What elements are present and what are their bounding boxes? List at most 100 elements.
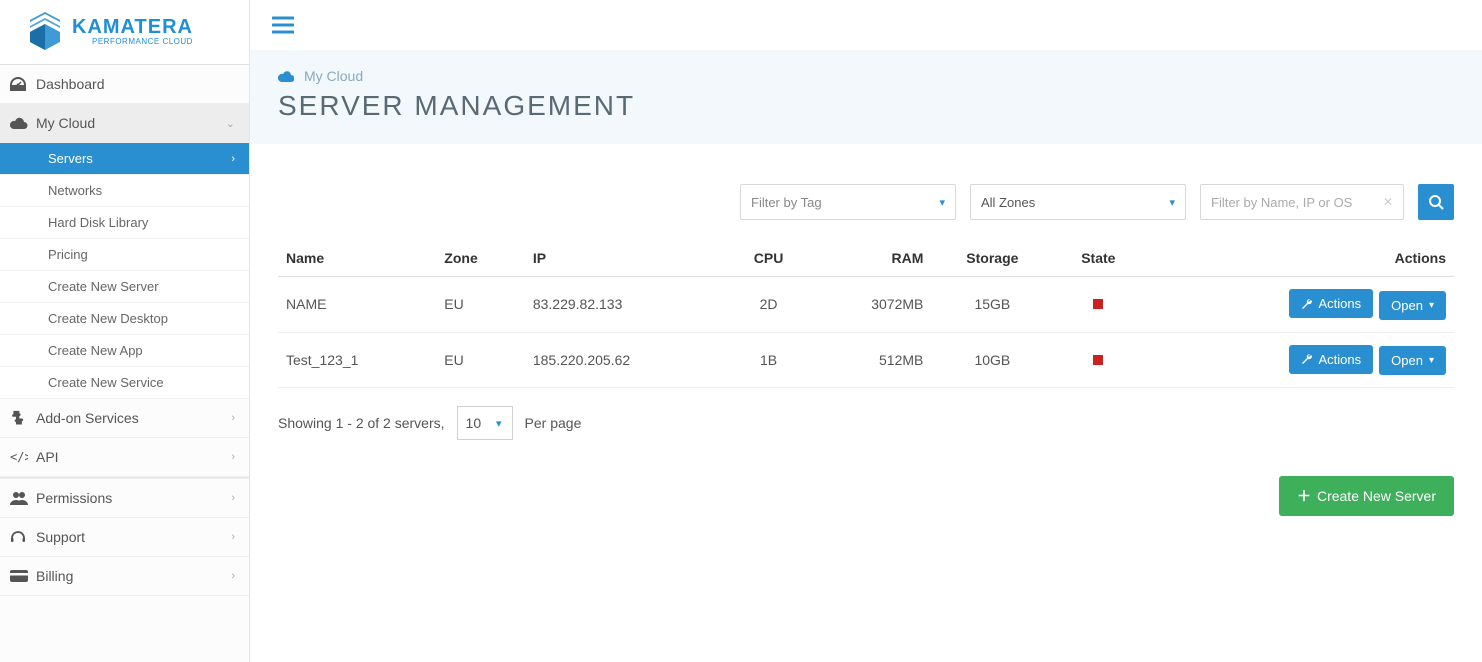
per-page-select[interactable]: 10 ▾ [457,406,513,440]
sidebar-subitem-create-new-app[interactable]: Create New App [0,335,249,367]
cell-name: NAME [278,277,436,333]
actions-button[interactable]: Actions [1289,345,1374,374]
users-icon [10,491,36,505]
open-button[interactable]: Open ▾ [1379,291,1446,320]
sidebar-subitem-hard-disk-library[interactable]: Hard Disk Library [0,207,249,239]
sidebar-subitem-networks[interactable]: Networks [0,175,249,207]
search-button[interactable] [1418,184,1454,220]
chevron-down-icon: ▾ [1169,196,1175,209]
cell-ram: 512MB [809,332,931,388]
chevron-down-icon: ⌄ [226,117,235,130]
servers-table: NameZoneIPCPURAMStorageStateActions NAME… [278,240,1454,388]
chevron-right-icon: › [231,451,235,463]
create-button-label: Create New Server [1317,488,1436,504]
breadcrumb-label[interactable]: My Cloud [304,68,363,84]
pagination-summary: Showing 1 - 2 of 2 servers, [278,415,445,431]
column-state[interactable]: State [1053,240,1143,277]
sidebar-item-permissions[interactable]: Permissions› [0,479,249,518]
menu-toggle-icon[interactable] [272,16,1460,34]
cell-storage: 15GB [931,277,1053,333]
main: My Cloud SERVER MANAGEMENT Filter by Tag… [250,0,1482,662]
column-zone[interactable]: Zone [436,240,525,277]
per-page-label: Per page [525,415,582,431]
cell-state [1053,332,1143,388]
column-ram[interactable]: RAM [809,240,931,277]
sidebar: KAMATERA PERFORMANCE CLOUD Dashboard My C… [0,0,250,662]
cell-ram: 3072MB [809,277,931,333]
chevron-right-icon: › [231,570,235,582]
table-row: Test_123_1EU185.220.205.621B512MB10GBAct… [278,332,1454,388]
sidebar-subitem-create-new-server[interactable]: Create New Server [0,271,249,303]
sidebar-subitem-create-new-desktop[interactable]: Create New Desktop [0,303,249,335]
filter-tag-select[interactable]: Filter by Tag ▾ [740,184,956,220]
actions-label: Actions [1319,352,1362,367]
chevron-down-icon: ▾ [1429,300,1434,311]
state-indicator-icon [1093,299,1103,309]
sidebar-subitem-servers[interactable]: Servers› [0,143,249,175]
sidebar-item-label: Dashboard [36,76,235,92]
page-header: My Cloud SERVER MANAGEMENT [250,50,1482,144]
dashboard-icon [10,77,36,91]
page-title: SERVER MANAGEMENT [278,90,1454,122]
sidebar-item-label: My Cloud [36,115,226,131]
card-icon [10,570,36,582]
column-cpu[interactable]: CPU [728,240,810,277]
cloud-icon [278,70,294,82]
cell-state [1053,277,1143,333]
chevron-down-icon: ▾ [1429,355,1434,366]
sidebar-nav: DashboardMy Cloud⌄Servers›NetworksHard D… [0,65,249,596]
column-ip[interactable]: IP [525,240,728,277]
sidebar-item-label: Permissions [36,490,231,506]
cell-ip: 185.220.205.62 [525,332,728,388]
logo[interactable]: KAMATERA PERFORMANCE CLOUD [0,0,249,64]
cell-storage: 10GB [931,332,1053,388]
chevron-right-icon: › [231,412,235,424]
clear-icon[interactable]: ✕ [1383,195,1393,209]
sidebar-item-support[interactable]: Support› [0,518,249,557]
cell-actions: Actions Open▾ [1143,332,1454,388]
sidebar-item-my-cloud[interactable]: My Cloud⌄ [0,104,249,143]
cell-cpu: 1B [728,332,810,388]
cell-ip: 83.229.82.133 [525,277,728,333]
chevron-right-icon: › [231,531,235,543]
column-name[interactable]: Name [278,240,436,277]
sidebar-item-dashboard[interactable]: Dashboard [0,65,249,104]
per-page-value: 10 [466,415,482,431]
open-label: Open [1391,298,1423,313]
chevron-down-icon: ▾ [939,196,945,209]
wrench-icon [1301,298,1313,310]
svg-text:</>: </> [10,451,28,463]
search-placeholder: Filter by Name, IP or OS [1211,195,1352,210]
column-actions[interactable]: Actions [1143,240,1454,277]
filter-zone-value: All Zones [981,195,1035,210]
table-row: NAMEEU83.229.82.1332D3072MB15GBActionsOp… [278,277,1454,333]
sidebar-item-api[interactable]: </> API› [0,438,249,477]
create-new-server-button[interactable]: ＋ Create New Server [1279,476,1454,516]
pagination: Showing 1 - 2 of 2 servers, 10 ▾ Per pag… [278,406,1454,440]
sidebar-subitem-create-new-service[interactable]: Create New Service [0,367,249,399]
filter-tag-placeholder: Filter by Tag [751,195,822,210]
cell-zone: EU [436,277,525,333]
headset-icon [10,529,36,545]
logo-icon [28,12,62,50]
cell-actions: Actions Open ▾ [1143,277,1454,333]
open-button[interactable]: Open▾ [1379,346,1446,375]
puzzle-icon [10,410,36,426]
sidebar-subitem-pricing[interactable]: Pricing [0,239,249,271]
filter-zone-select[interactable]: All Zones ▾ [970,184,1186,220]
column-storage[interactable]: Storage [931,240,1053,277]
cell-name: Test_123_1 [278,332,436,388]
filter-search-input[interactable]: Filter by Name, IP or OS ✕ [1200,184,1404,220]
sidebar-item-label: API [36,449,231,465]
code-icon: </> [10,451,36,463]
actions-button[interactable]: Actions [1289,289,1374,318]
cell-cpu: 2D [728,277,810,333]
wrench-icon [1301,353,1313,365]
sidebar-subitem-label: Create New App [48,343,143,358]
sidebar-item-billing[interactable]: Billing› [0,557,249,596]
topbar [250,0,1482,50]
sidebar-subitem-label: Create New Desktop [48,311,168,326]
sidebar-subitem-label: Create New Server [48,279,159,294]
chevron-down-icon: ▾ [496,417,502,430]
sidebar-item-add-on-services[interactable]: Add-on Services› [0,399,249,438]
